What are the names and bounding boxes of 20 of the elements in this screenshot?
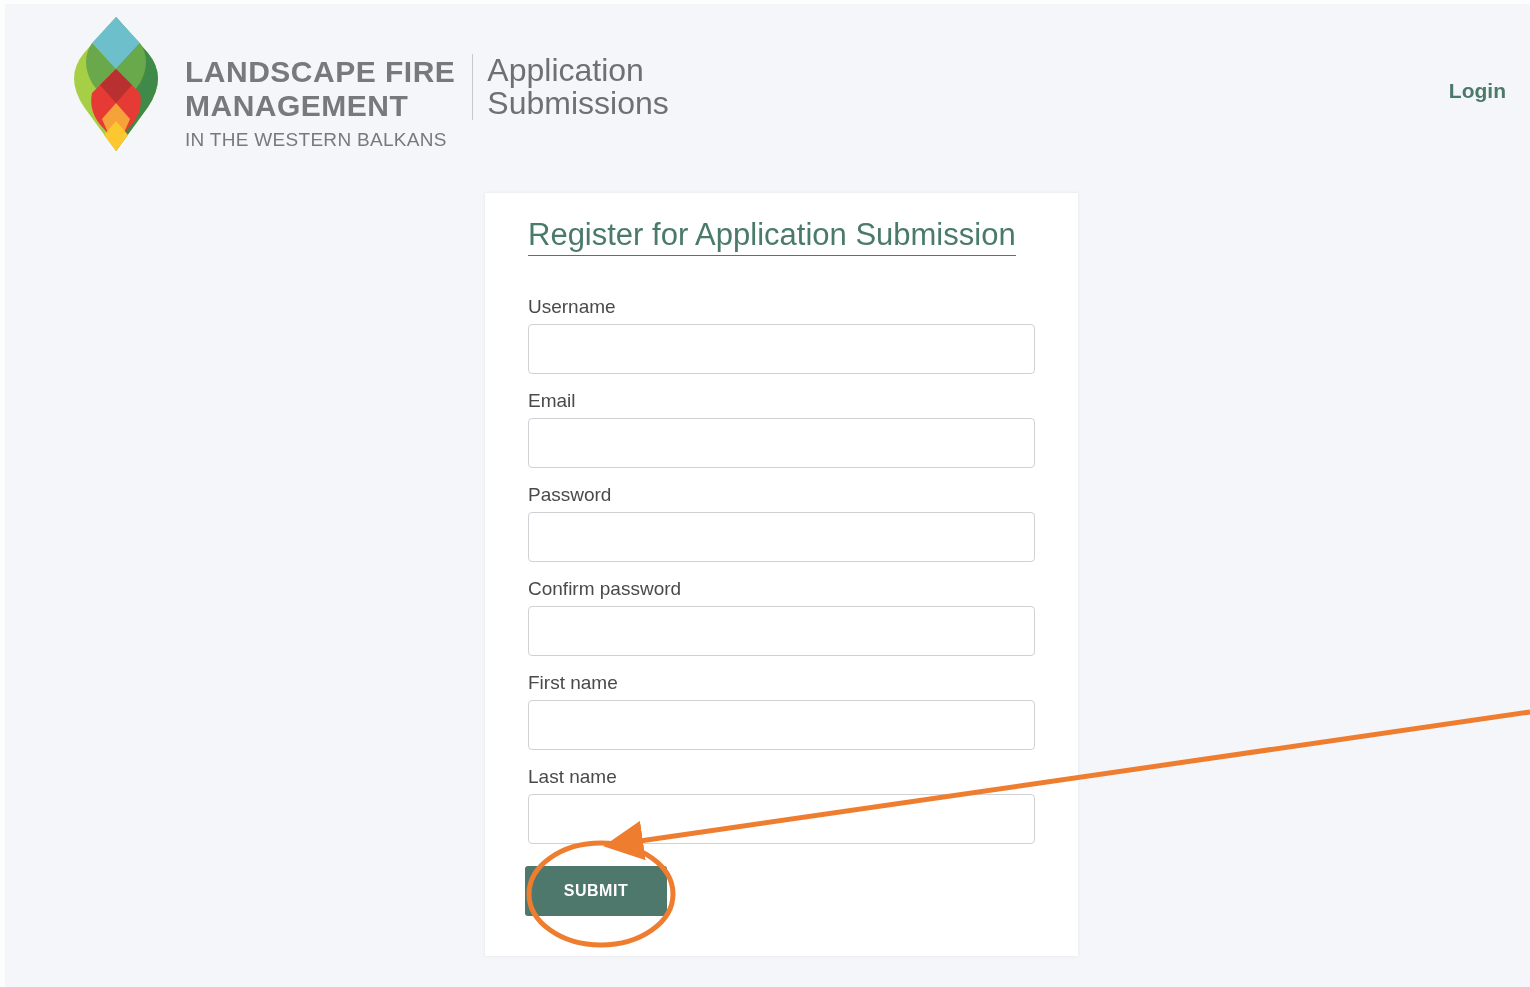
field-label: Email	[528, 390, 577, 412]
form-title: Register for Application Submission	[528, 217, 1016, 256]
login-link[interactable]: Login	[1448, 75, 1506, 107]
app-title: Submissions	[487, 87, 669, 120]
input-field[interactable]	[528, 794, 1035, 844]
field-label: Username	[528, 296, 617, 318]
field-label: Confirm password	[528, 578, 683, 600]
field-label: Last name	[528, 766, 618, 788]
input-field[interactable]	[528, 418, 1035, 468]
field-label: First name	[528, 672, 619, 694]
input-field[interactable]	[528, 606, 1035, 656]
brand-tagline: IN THE WESTERN BALKANS	[185, 128, 448, 152]
input-field[interactable]	[528, 324, 1035, 374]
brand-name: LANDSCAPE FIRE	[185, 55, 456, 89]
app-title: Application	[487, 54, 645, 87]
field-label: Password	[528, 484, 613, 506]
submit-button[interactable]: SUBMIT	[525, 866, 667, 916]
input-field[interactable]	[528, 512, 1035, 562]
input-field[interactable]	[528, 700, 1035, 750]
brand-name: MANAGEMENT	[185, 89, 410, 123]
